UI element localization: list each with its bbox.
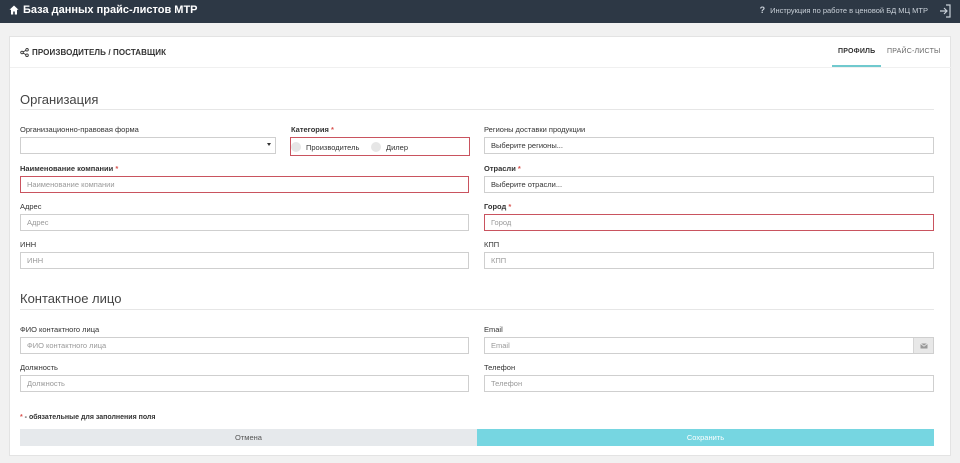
contact-name-input[interactable]: ФИО контактного лица — [20, 337, 469, 354]
question-icon: ? — [759, 5, 766, 15]
email-input[interactable]: Email — [484, 337, 934, 354]
company-name-input[interactable]: Наименование компании — [20, 176, 469, 193]
category-label: Категория * — [291, 125, 334, 134]
address-label: Адрес — [20, 202, 42, 211]
kpp-label: КПП — [484, 240, 500, 249]
city-input[interactable]: Город — [484, 214, 934, 231]
app-title: База данных прайс-листов МТР — [23, 4, 198, 16]
regions-label: Регионы доставки продукции — [484, 125, 586, 134]
category-radio-group: Производитель Дилер — [290, 137, 470, 156]
contact-name-label: ФИО контактного лица — [20, 325, 100, 334]
phone-label: Телефон — [484, 363, 516, 372]
regions-multiselect[interactable]: Выберите регионы... — [484, 137, 934, 154]
profile-card: ПРОИЗВОДИТЕЛЬ / ПОСТАВЩИК ПРОФИЛЬ ПРАЙС-… — [9, 36, 952, 456]
tabs-divider — [10, 67, 952, 68]
top-navbar: База данных прайс-листов МТР ? Инструкци… — [0, 0, 960, 23]
chevron-down-icon — [267, 143, 271, 146]
company-name-label: Наименование компании * — [20, 164, 119, 173]
radio-circle-icon — [371, 142, 381, 152]
address-input[interactable]: Адрес — [20, 214, 469, 231]
section-title-contact: Контактное лицо — [20, 291, 122, 306]
industries-label: Отрасли * — [484, 164, 521, 173]
category-radio-manufacturer[interactable]: Производитель — [291, 142, 359, 152]
legal-form-label: Организационно-правовая форма — [20, 125, 139, 134]
category-radio-dealer[interactable]: Дилер — [371, 142, 408, 152]
card-title-label: ПРОИЗВОДИТЕЛЬ / ПОСТАВЩИК — [32, 48, 167, 57]
kpp-input[interactable]: КПП — [484, 252, 934, 269]
position-label: Должность — [20, 363, 58, 372]
share-icon — [20, 48, 29, 57]
home-icon — [9, 5, 19, 15]
section-title-organization: Организация — [20, 92, 99, 107]
legal-form-select[interactable] — [20, 137, 276, 154]
inn-input[interactable]: ИНН — [20, 252, 469, 269]
inn-label: ИНН — [20, 240, 37, 249]
position-input[interactable]: Должность — [20, 375, 469, 392]
help-link-label: Инструкция по работе в ценовой БД МЦ МТР — [770, 5, 928, 15]
tab-profile[interactable]: ПРОФИЛЬ — [838, 48, 875, 55]
industries-multiselect[interactable]: Выберите отрасли... — [484, 176, 934, 193]
radio-circle-icon — [291, 142, 301, 152]
cancel-button[interactable]: Отмена — [20, 429, 477, 446]
logout-icon[interactable] — [939, 4, 951, 18]
card-title: ПРОИЗВОДИТЕЛЬ / ПОСТАВЩИК — [20, 48, 166, 57]
section-divider — [20, 109, 934, 110]
app-brand[interactable]: База данных прайс-листов МТР — [9, 4, 198, 16]
tab-price-lists[interactable]: ПРАЙС-ЛИСТЫ — [887, 48, 940, 55]
phone-input[interactable]: Телефон — [484, 375, 934, 392]
envelope-icon — [913, 338, 933, 353]
help-link[interactable]: ? Инструкция по работе в ценовой БД МЦ М… — [760, 5, 928, 15]
email-label: Email — [484, 325, 503, 334]
save-button[interactable]: Сохранить — [477, 429, 934, 446]
city-label: Город * — [484, 202, 512, 211]
section-divider — [20, 309, 934, 310]
required-fields-note: * - обязательные для заполнения поля — [20, 414, 156, 421]
